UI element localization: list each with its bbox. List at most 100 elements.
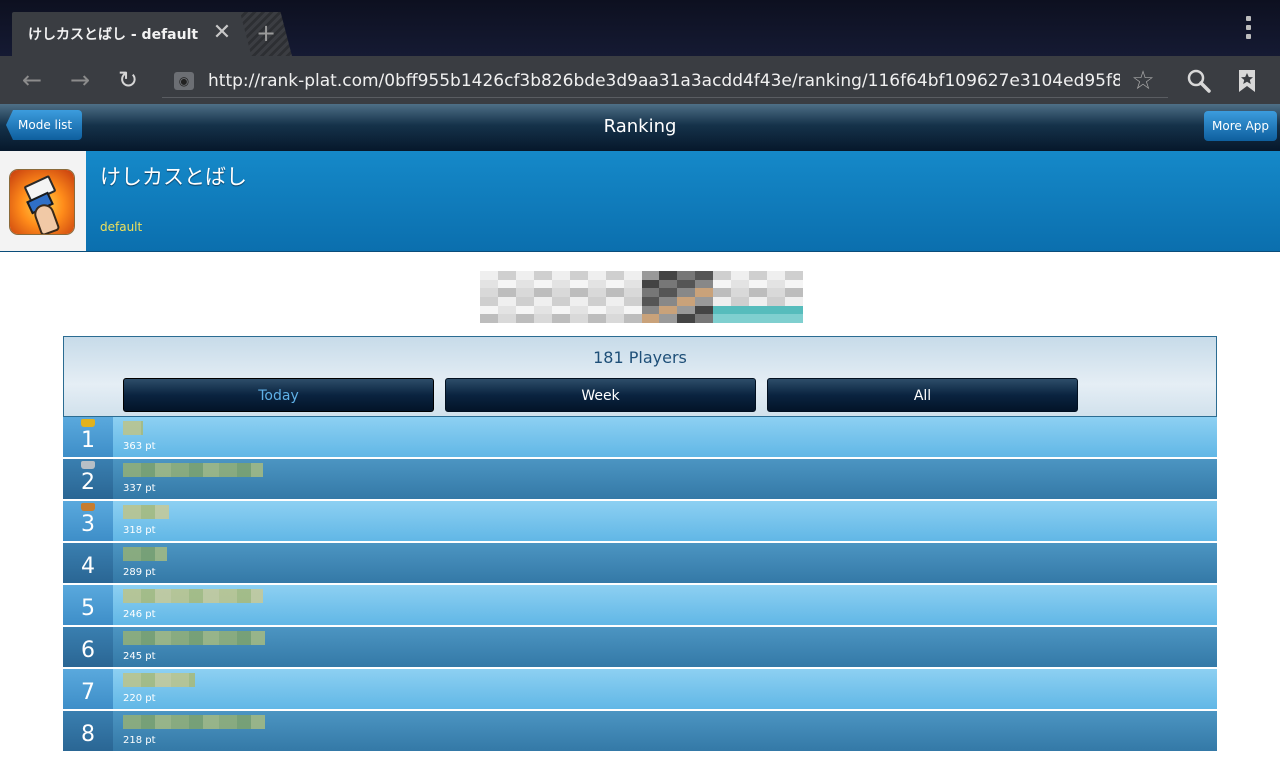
banner-pixel — [659, 305, 678, 315]
banner-pixel — [731, 279, 750, 289]
player-name-blurred — [123, 715, 265, 729]
banner-pixel — [713, 314, 732, 323]
banner-pixel — [587, 271, 606, 280]
banner-pixel — [497, 297, 516, 306]
game-app-icon — [10, 170, 74, 234]
banner-pixel — [767, 271, 786, 280]
banner-pixel — [515, 288, 534, 297]
game-header: けしカスとばし default — [0, 151, 1280, 252]
address-bar: ◉ ☆ — [162, 64, 1168, 98]
banner-pixel — [623, 279, 642, 289]
ranking-bar: 289 pt — [113, 543, 1217, 583]
banner-pixel — [605, 288, 624, 297]
ranking-row[interactable]: 3 318 pt — [63, 501, 1217, 541]
ranking-row[interactable]: 6 245 pt — [63, 627, 1217, 667]
banner-pixel — [713, 305, 732, 315]
banner-pixel — [641, 314, 660, 323]
banner-pixel — [731, 271, 750, 280]
rank-number: 5 — [63, 585, 113, 625]
player-points: 220 pt — [123, 693, 156, 704]
player-points: 363 pt — [123, 441, 156, 452]
banner-pixel — [713, 288, 732, 297]
banner-pixel — [695, 288, 714, 297]
banner-pixel — [551, 297, 570, 306]
rank-number: 6 — [63, 627, 113, 667]
game-title: けしカスとばし — [100, 165, 247, 189]
ad-banner[interactable] — [480, 271, 803, 323]
tab-today[interactable]: Today — [123, 378, 434, 412]
banner-pixel — [605, 297, 624, 306]
banner-pixel — [515, 305, 534, 315]
ranking-row[interactable]: 7 220 pt — [63, 669, 1217, 709]
forward-arrow-icon[interactable]: → — [66, 66, 94, 94]
ranking-row[interactable]: 1 363 pt — [63, 417, 1217, 457]
banner-pixel — [569, 271, 588, 280]
banner-pixel — [497, 305, 516, 315]
ranking-bar: 245 pt — [113, 627, 1217, 667]
player-name-blurred — [123, 547, 167, 561]
banner-pixel — [749, 305, 768, 315]
site-globe-icon: ◉ — [174, 72, 194, 90]
player-points: 337 pt — [123, 483, 156, 494]
banner-pixel — [713, 279, 732, 289]
banner-pixel — [785, 297, 803, 306]
banner-pixel — [695, 279, 714, 289]
rank-number: 7 — [63, 669, 113, 709]
tab-all[interactable]: All — [767, 378, 1078, 412]
banner-pixel — [731, 297, 750, 306]
player-points: 246 pt — [123, 609, 156, 620]
url-input[interactable] — [208, 68, 1120, 94]
ranking-bar: 363 pt — [113, 417, 1217, 457]
banner-pixel — [785, 314, 803, 323]
ranking-row[interactable]: 2 337 pt — [63, 459, 1217, 499]
banner-pixel — [533, 314, 552, 323]
banner-pixel — [587, 297, 606, 306]
bookmarks-icon[interactable] — [1234, 68, 1260, 94]
banner-pixel — [767, 288, 786, 297]
banner-pixel — [731, 305, 750, 315]
banner-pixel — [587, 305, 606, 315]
player-name-blurred — [123, 421, 143, 435]
ranking-list: 1 363 pt 2 337 pt 3 318 pt 4 289 pt 5 24… — [63, 417, 1217, 753]
browser-tab[interactable]: けしカスとばし - default ✕ — [12, 12, 268, 56]
banner-pixel — [480, 314, 498, 323]
banner-pixel — [695, 314, 714, 323]
banner-pixel — [713, 297, 732, 306]
more-app-button[interactable]: More App — [1204, 111, 1278, 141]
ranking-row[interactable]: 8 218 pt — [63, 711, 1217, 751]
banner-pixel — [569, 288, 588, 297]
banner-pixel — [605, 279, 624, 289]
banner-pixel — [533, 271, 552, 280]
search-icon[interactable] — [1184, 66, 1214, 96]
reload-icon[interactable]: ↻ — [114, 66, 142, 94]
banner-pixel — [623, 288, 642, 297]
ranking-row[interactable]: 4 289 pt — [63, 543, 1217, 583]
banner-pixel — [533, 279, 552, 289]
banner-pixel — [587, 279, 606, 289]
ranking-row[interactable]: 5 246 pt — [63, 585, 1217, 625]
banner-pixel — [587, 314, 606, 323]
banner-pixel — [767, 305, 786, 315]
banner-pixel — [641, 305, 660, 315]
banner-pixel — [659, 279, 678, 289]
banner-pixel — [677, 288, 696, 297]
back-arrow-icon[interactable]: ← — [18, 66, 46, 94]
overflow-menu-icon[interactable] — [1238, 14, 1258, 42]
banner-pixel — [480, 305, 498, 315]
banner-pixel — [749, 297, 768, 306]
browser-toolbar: ← → ↻ ◉ ☆ — [0, 56, 1280, 104]
banner-pixel — [713, 271, 732, 280]
bronze-crown-icon — [81, 503, 95, 511]
banner-pixel — [749, 271, 768, 280]
player-points: 289 pt — [123, 567, 156, 578]
bookmark-star-icon[interactable]: ☆ — [1128, 66, 1158, 96]
player-name-blurred — [123, 589, 263, 603]
banner-pixel — [731, 288, 750, 297]
tab-week[interactable]: Week — [445, 378, 756, 412]
banner-pixel — [623, 314, 642, 323]
close-tab-icon[interactable]: ✕ — [212, 20, 232, 46]
banner-pixel — [480, 297, 498, 306]
banner-pixel — [551, 279, 570, 289]
banner-pixel — [569, 314, 588, 323]
banner-pixel — [785, 279, 803, 289]
